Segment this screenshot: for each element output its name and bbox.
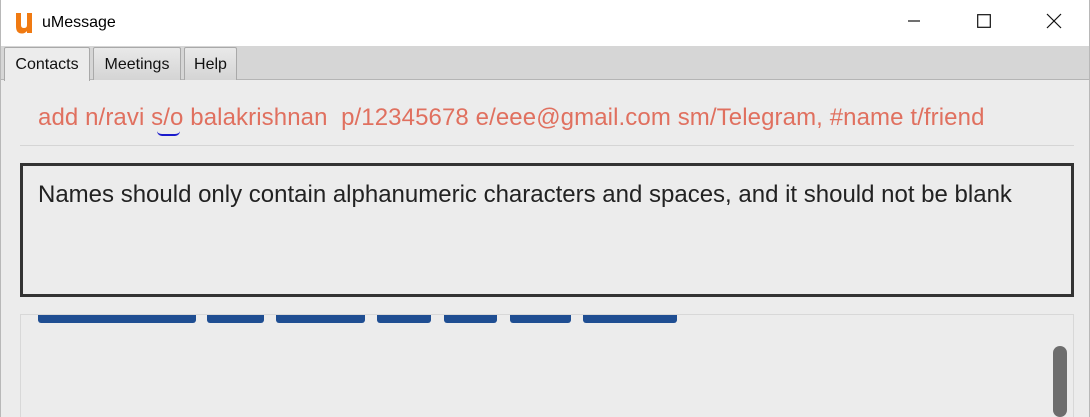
contact-tag (583, 315, 677, 323)
command-input[interactable]: add n/ravi s/o balakrishnan p/12345678 e… (20, 94, 1074, 146)
contact-tag (444, 315, 497, 323)
command-text: add n/ravi s/o balakrishnan p/12345678 e… (38, 104, 985, 131)
scrollbar-track[interactable] (1066, 315, 1073, 417)
tab-help[interactable]: Help (184, 47, 237, 80)
scrollbar-thumb[interactable] (1053, 346, 1067, 417)
contact-list-panel[interactable] (20, 314, 1074, 417)
maximize-icon (977, 13, 991, 33)
contact-tag (207, 315, 264, 323)
title-bar[interactable]: uMessage (1, 0, 1089, 46)
result-display[interactable]: Names should only contain alphanumeric c… (20, 163, 1074, 297)
minimize-icon (907, 14, 921, 33)
contact-tag (510, 315, 571, 323)
app-window: uMessage Contacts Meetings Help add n/ra… (0, 0, 1090, 417)
contact-tag (38, 315, 196, 323)
close-icon (1046, 13, 1062, 34)
minimize-button[interactable] (891, 0, 937, 46)
result-message: Names should only contain alphanumeric c… (38, 181, 1012, 208)
contact-tag (377, 315, 431, 323)
spellcheck-underline (157, 131, 180, 136)
close-button[interactable] (1031, 0, 1077, 46)
maximize-button[interactable] (961, 0, 1007, 46)
tab-bar: Contacts Meetings Help (1, 46, 1089, 81)
contact-tag (276, 315, 365, 323)
tab-meetings[interactable]: Meetings (93, 47, 181, 80)
window-title: uMessage (42, 14, 116, 31)
tab-contacts[interactable]: Contacts (4, 47, 90, 81)
app-logo-icon (15, 12, 35, 34)
